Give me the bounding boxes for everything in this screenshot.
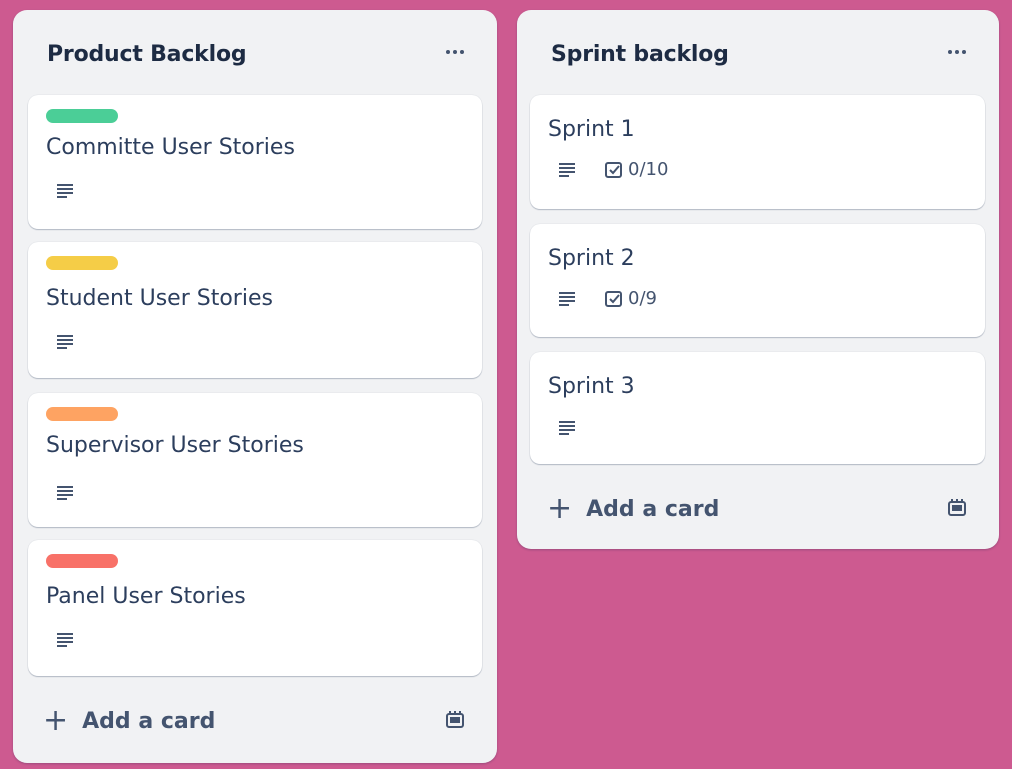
add-card-label: Add a card (82, 708, 216, 734)
list-sprint-backlog: Sprint backlog Sprint 1 0/10 Sprint 2 0/… (517, 10, 999, 549)
description-lines-icon (559, 162, 575, 177)
card-label[interactable] (46, 109, 118, 123)
list-title[interactable]: Product Backlog (47, 42, 247, 67)
description-lines-icon (57, 486, 73, 500)
list-title[interactable]: Sprint backlog (551, 42, 729, 67)
list-header[interactable]: Sprint backlog (517, 10, 999, 94)
add-card-label: Add a card (586, 496, 720, 522)
card-supervisor-user-stories[interactable]: Supervisor User Stories (28, 393, 482, 527)
description-lines-icon (57, 335, 73, 349)
checklist-count: 0/10 (628, 159, 669, 180)
checklist-icon (605, 161, 622, 178)
add-card-button[interactable]: + Add a card (547, 494, 719, 524)
card-badges: 0/10 (558, 159, 668, 180)
card-label[interactable] (46, 554, 118, 568)
card-title: Sprint 2 (548, 246, 635, 271)
card-template-icon[interactable] (946, 497, 968, 519)
description-lines-icon (559, 291, 575, 306)
card-title: Student User Stories (46, 286, 273, 311)
card-title: Supervisor User Stories (46, 433, 304, 458)
card-committe-user-stories[interactable]: Committe User Stories (28, 95, 482, 229)
card-badges (56, 183, 76, 199)
description-lines-icon (57, 184, 73, 198)
card-student-user-stories[interactable]: Student User Stories (28, 242, 482, 378)
plus-icon: + (547, 491, 573, 526)
card-sprint-2[interactable]: Sprint 2 0/9 (530, 224, 985, 337)
add-card-button[interactable]: + Add a card (43, 706, 215, 736)
more-horizontal-icon[interactable] (441, 40, 469, 64)
card-badges (56, 334, 76, 350)
card-title: Sprint 3 (548, 374, 635, 399)
card-title: Sprint 1 (548, 117, 635, 142)
card-sprint-3[interactable]: Sprint 3 (530, 352, 985, 464)
card-panel-user-stories[interactable]: Panel User Stories (28, 540, 482, 676)
list-header[interactable]: Product Backlog (13, 10, 497, 94)
more-horizontal-icon[interactable] (943, 40, 971, 64)
description-lines-icon (57, 633, 73, 647)
board: Product Backlog Committe User Stories St… (0, 0, 1012, 769)
card-badges: 0/9 (558, 288, 657, 309)
card-title: Panel User Stories (46, 584, 246, 609)
description-lines-icon (559, 421, 575, 435)
checklist-badge: 0/9 (604, 288, 657, 309)
card-template-icon[interactable] (444, 709, 466, 731)
card-label[interactable] (46, 256, 118, 270)
card-badges (558, 420, 578, 436)
card-title: Committe User Stories (46, 135, 295, 160)
plus-icon: + (43, 703, 69, 738)
checklist-badge: 0/10 (604, 159, 668, 180)
checklist-icon (605, 290, 622, 307)
checklist-count: 0/9 (628, 288, 657, 309)
card-badges (56, 632, 76, 648)
list-product-backlog: Product Backlog Committe User Stories St… (13, 10, 497, 763)
card-badges (56, 485, 76, 501)
card-sprint-1[interactable]: Sprint 1 0/10 (530, 95, 985, 209)
card-label[interactable] (46, 407, 118, 421)
